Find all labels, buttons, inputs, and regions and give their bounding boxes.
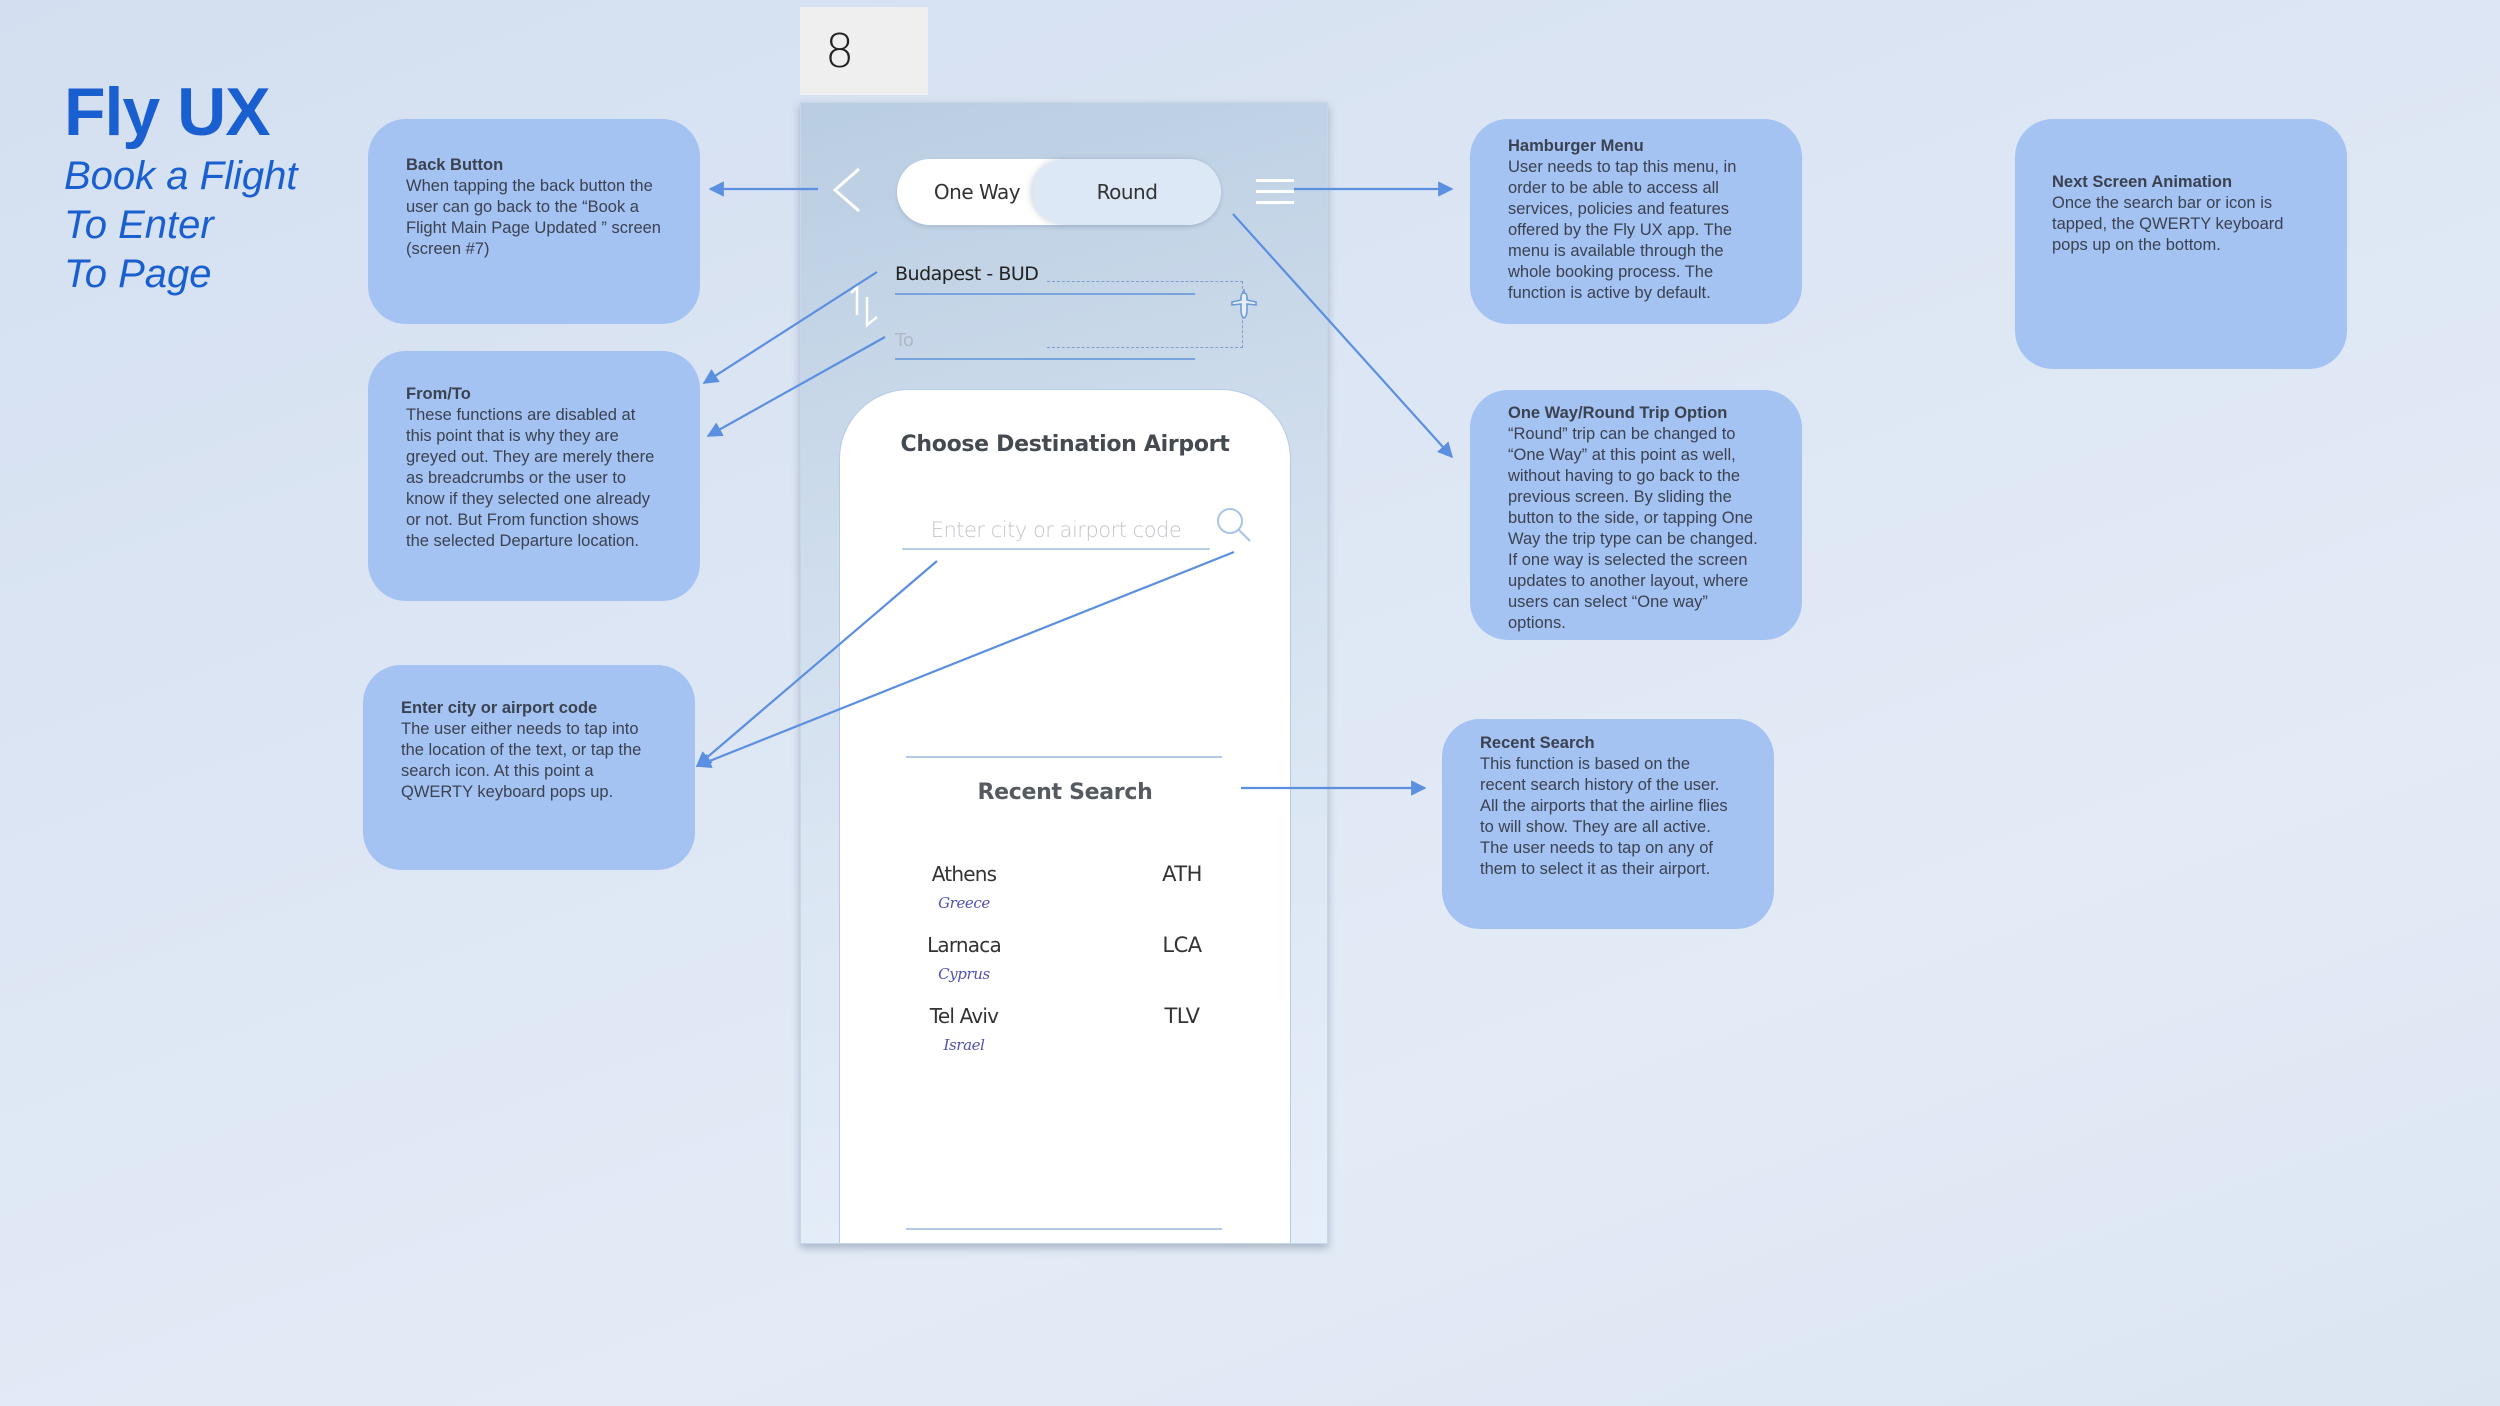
recent-item-tel-aviv[interactable]: Tel Aviv Israel TLV	[906, 1004, 1222, 1075]
destination-search-input[interactable]	[902, 504, 1210, 548]
phone-screen: One Way Round Budapest - BUD To Choose D…	[800, 102, 1328, 1244]
from-field: Budapest - BUD	[895, 263, 1195, 295]
callout-title: Back Button	[406, 156, 504, 174]
callout-body: Once the search bar or icon is tapped, t…	[2052, 194, 2284, 254]
callout-title: Recent Search	[1480, 734, 1595, 752]
recent-item-city: Tel Aviv	[929, 1004, 999, 1028]
subtitle-line-1: Book a Flight	[64, 154, 298, 198]
recent-item-country: Israel	[943, 1036, 985, 1054]
callout-from-to: From/To These functions are disabled at …	[368, 351, 700, 601]
callout-body: The user either needs to tap into the lo…	[401, 720, 642, 801]
recent-item-code: TLV	[1164, 1004, 1200, 1028]
callout-body: These functions are disabled at this poi…	[406, 406, 655, 550]
recent-item-country: Greece	[938, 894, 990, 912]
recent-item-larnaca[interactable]: Larnaca Cyprus LCA	[906, 933, 1222, 1004]
recent-item-athens[interactable]: Athens Greece ATH	[906, 862, 1222, 933]
recent-item-code: ATH	[1162, 862, 1202, 886]
callout-title: Next Screen Animation	[2052, 173, 2233, 191]
trip-option-round[interactable]: Round	[1033, 159, 1221, 225]
recent-item-city: Athens	[931, 862, 997, 886]
callout-enter-city: Enter city or airport code The user eith…	[363, 665, 695, 870]
app-title: Fly UX	[64, 74, 271, 150]
callout-hamburger-menu: Hamburger Menu User needs to tap this me…	[1470, 119, 1802, 324]
recent-item-country: Cyprus	[938, 965, 990, 983]
hamburger-menu-button[interactable]	[1256, 179, 1294, 209]
recent-search-title: Recent Search	[977, 780, 1153, 805]
callout-body: “Round” trip can be changed to “One Way”…	[1508, 425, 1758, 632]
airplane-icon	[1231, 289, 1257, 319]
search-button[interactable]	[1214, 506, 1254, 546]
callout-title: From/To	[406, 385, 471, 403]
trip-type-toggle[interactable]: One Way Round	[897, 159, 1221, 225]
callout-back-button: Back Button When tapping the back button…	[368, 119, 700, 324]
subtitle-line-2: To Enter	[64, 203, 214, 247]
recent-item-city: Larnaca	[927, 933, 1002, 957]
hamburger-menu-icon	[1256, 179, 1294, 204]
callout-title: One Way/Round Trip Option	[1508, 404, 1728, 422]
destination-card: Choose Destination Airport Recent Search…	[839, 389, 1291, 1243]
callout-title: Enter city or airport code	[401, 699, 598, 717]
callout-next-screen: Next Screen Animation Once the search ba…	[2015, 119, 2347, 369]
card-title: Choose Destination Airport	[900, 432, 1230, 457]
callout-body: User needs to tap this menu, in order to…	[1508, 158, 1737, 302]
callout-body: When tapping the back button the user ca…	[406, 177, 661, 258]
destination-search-field[interactable]	[902, 504, 1210, 550]
divider	[906, 756, 1222, 758]
callout-body: This function is based on the recent sea…	[1480, 755, 1728, 878]
recent-item-code: LCA	[1162, 933, 1202, 957]
swap-arrows-icon	[850, 285, 878, 328]
callout-title: Hamburger Menu	[1508, 137, 1644, 155]
callout-recent-search: Recent Search This function is based on …	[1442, 719, 1774, 929]
callout-trip-option: One Way/Round Trip Option “Round” trip c…	[1470, 390, 1802, 640]
recent-search-list: Athens Greece ATH Larnaca Cyprus LCA Tel…	[906, 862, 1222, 1075]
title-block: Fly UX Book a Flight To Enter To Page	[64, 72, 297, 299]
back-button[interactable]	[829, 165, 869, 215]
to-field: To	[895, 325, 1195, 360]
subtitle-line-3: To Page	[64, 252, 212, 296]
screen-number: 8	[800, 7, 928, 95]
search-icon	[1217, 508, 1251, 542]
divider	[906, 1228, 1222, 1230]
chevron-left-icon	[832, 167, 860, 213]
